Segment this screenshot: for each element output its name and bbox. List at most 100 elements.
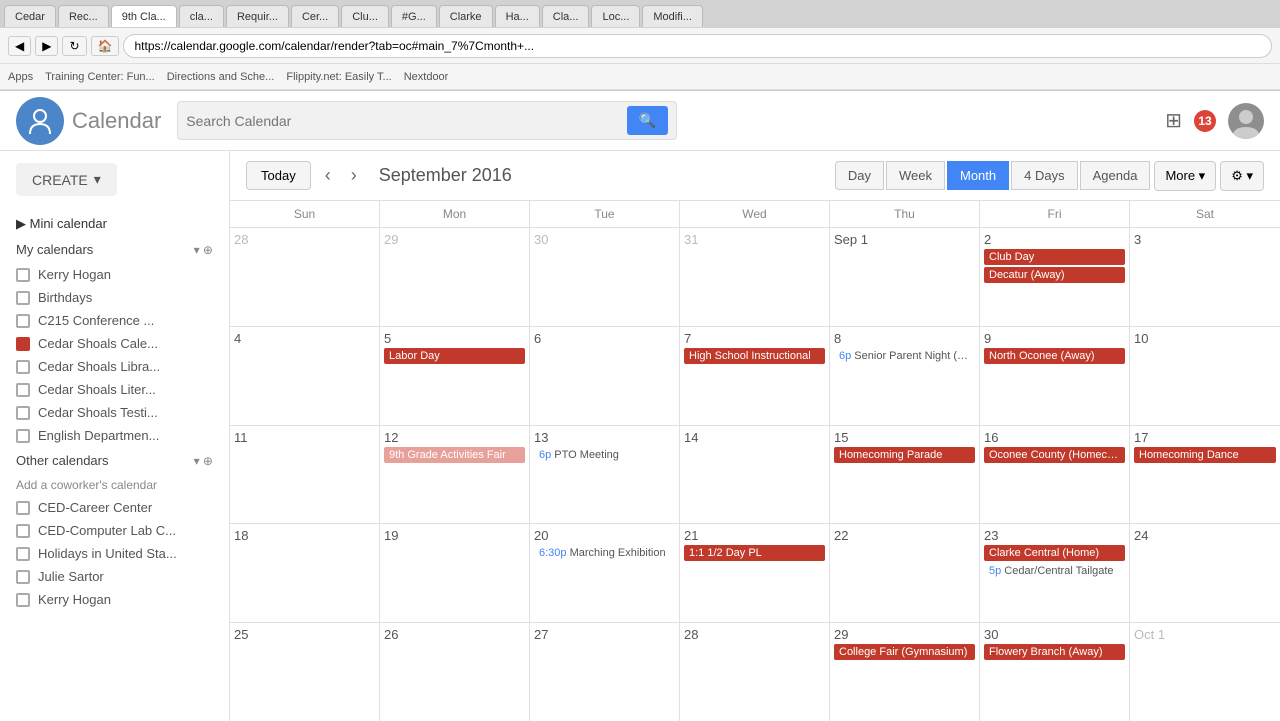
search-button[interactable]: 🔍 xyxy=(627,106,668,135)
calendar-event[interactable]: 6p PTO Meeting xyxy=(534,447,675,463)
day-cell[interactable]: 18 xyxy=(230,524,380,622)
day-cell[interactable]: 13 6p PTO Meeting xyxy=(530,426,680,524)
search-input[interactable] xyxy=(186,113,619,129)
calendar-checkbox[interactable] xyxy=(16,360,30,374)
day-cell[interactable]: 17 Homecoming Dance xyxy=(1130,426,1280,524)
day-cell[interactable]: 10 xyxy=(1130,327,1280,425)
user-avatar[interactable] xyxy=(1228,103,1264,139)
tab-loc[interactable]: Loc... xyxy=(591,5,640,27)
day-cell[interactable]: 28 xyxy=(230,228,380,326)
day-cell[interactable]: 30 Flowery Branch (Away) xyxy=(980,623,1130,721)
add-coworker-link[interactable]: Add a coworker's calendar xyxy=(0,474,229,496)
tab-cedar[interactable]: Cedar xyxy=(4,5,56,27)
calendar-event[interactable]: Decatur (Away) xyxy=(984,267,1125,283)
settings-button[interactable]: ⚙ ▾ xyxy=(1220,161,1264,191)
calendar-item-c215[interactable]: C215 Conference ... xyxy=(0,309,229,332)
day-cell[interactable]: 26 xyxy=(380,623,530,721)
tab-clu[interactable]: Clu... xyxy=(341,5,389,27)
notification-badge[interactable]: 13 xyxy=(1194,110,1216,132)
calendar-item-kerry2[interactable]: Kerry Hogan xyxy=(0,588,229,611)
day-cell[interactable]: 11 xyxy=(230,426,380,524)
tab-cla2[interactable]: Cla... xyxy=(542,5,590,27)
calendar-item-julie[interactable]: Julie Sartor xyxy=(0,565,229,588)
tab-9thcla[interactable]: 9th Cla... xyxy=(111,5,177,27)
view-4days-button[interactable]: 4 Days xyxy=(1011,161,1077,190)
day-cell[interactable]: 31 xyxy=(680,228,830,326)
calendar-event[interactable]: 6:30p Marching Exhibition xyxy=(534,545,675,561)
reload-button[interactable]: ↻ xyxy=(62,36,86,56)
url-bar[interactable] xyxy=(123,34,1272,58)
tab-requir[interactable]: Requir... xyxy=(226,5,289,27)
day-cell[interactable]: 27 xyxy=(530,623,680,721)
tab-modifi[interactable]: Modifi... xyxy=(642,5,703,27)
my-calendars-section[interactable]: My calendars ▾ ⊕ xyxy=(0,236,229,263)
day-cell[interactable]: 6 xyxy=(530,327,680,425)
day-cell[interactable]: 28 xyxy=(680,623,830,721)
day-cell[interactable]: 3 xyxy=(1130,228,1280,326)
calendar-event[interactable]: High School Instructional xyxy=(684,348,825,364)
view-week-button[interactable]: Week xyxy=(886,161,945,190)
prev-month-button[interactable]: ‹ xyxy=(319,161,337,190)
view-day-button[interactable]: Day xyxy=(835,161,884,190)
calendar-item-birthdays[interactable]: Birthdays xyxy=(0,286,229,309)
day-cell[interactable]: 4 xyxy=(230,327,380,425)
day-cell[interactable]: 15 Homecoming Parade xyxy=(830,426,980,524)
calendar-item-kerry-hogan[interactable]: Kerry Hogan xyxy=(0,263,229,286)
tab-cer[interactable]: Cer... xyxy=(291,5,339,27)
tab-clarke[interactable]: Clarke xyxy=(439,5,493,27)
calendar-checkbox[interactable] xyxy=(16,501,30,515)
next-month-button[interactable]: › xyxy=(345,161,363,190)
day-cell[interactable]: 14 xyxy=(680,426,830,524)
calendar-event[interactable]: Oconee County (Homecon... xyxy=(984,447,1125,463)
calendar-checkbox[interactable] xyxy=(16,406,30,420)
calendar-checkbox[interactable] xyxy=(16,291,30,305)
day-cell[interactable]: 20 6:30p Marching Exhibition xyxy=(530,524,680,622)
tab-ha[interactable]: Ha... xyxy=(495,5,540,27)
bookmark-apps[interactable]: Apps xyxy=(8,71,33,83)
calendar-event[interactable]: Flowery Branch (Away) xyxy=(984,644,1125,660)
calendar-item-english-dept[interactable]: English Departmen... xyxy=(0,424,229,447)
calendar-item-holidays[interactable]: Holidays in United Sta... xyxy=(0,542,229,565)
calendar-checkbox[interactable] xyxy=(16,383,30,397)
day-cell[interactable]: 9 North Oconee (Away) xyxy=(980,327,1130,425)
mini-calendar-toggle[interactable]: ▶ Mini calendar xyxy=(0,212,229,236)
tab-cla[interactable]: cla... xyxy=(179,5,224,27)
calendar-event[interactable]: 9th Grade Activities Fair xyxy=(384,447,525,463)
other-calendars-section[interactable]: Other calendars ▾ ⊕ xyxy=(0,447,229,474)
calendar-event[interactable]: 1:1 1/2 Day PL xyxy=(684,545,825,561)
day-cell[interactable]: Oct 1 xyxy=(1130,623,1280,721)
calendar-checkbox[interactable] xyxy=(16,429,30,443)
calendar-event[interactable]: 6p Senior Parent Night (The... xyxy=(834,348,975,364)
bookmark-training[interactable]: Training Center: Fun... xyxy=(45,71,155,83)
bookmark-flippity[interactable]: Flippity.net: Easily T... xyxy=(286,71,391,83)
day-cell[interactable]: 23 Clarke Central (Home) 5p Cedar/Centra… xyxy=(980,524,1130,622)
day-cell[interactable]: 22 xyxy=(830,524,980,622)
forward-button[interactable]: ▶ xyxy=(35,36,58,56)
day-cell[interactable]: 25 xyxy=(230,623,380,721)
calendar-event[interactable]: Labor Day xyxy=(384,348,525,364)
day-cell[interactable]: 19 xyxy=(380,524,530,622)
day-cell[interactable]: 21 1:1 1/2 Day PL xyxy=(680,524,830,622)
calendar-checkbox[interactable] xyxy=(16,268,30,282)
calendar-item-cedar-libra[interactable]: Cedar Shoals Libra... xyxy=(0,355,229,378)
day-cell[interactable]: 30 xyxy=(530,228,680,326)
calendar-checkbox-checked[interactable] xyxy=(16,337,30,351)
calendar-item-cedar-testi[interactable]: Cedar Shoals Testi... xyxy=(0,401,229,424)
apps-grid-icon[interactable]: ⊞ xyxy=(1165,108,1182,133)
calendar-checkbox[interactable] xyxy=(16,524,30,538)
calendar-item-ced-computer[interactable]: CED-Computer Lab C... xyxy=(0,519,229,542)
calendar-item-cedar-liter[interactable]: Cedar Shoals Liter... xyxy=(0,378,229,401)
calendar-checkbox[interactable] xyxy=(16,593,30,607)
bookmark-nextdoor[interactable]: Nextdoor xyxy=(404,71,449,83)
calendar-event[interactable]: College Fair (Gymnasium) xyxy=(834,644,975,660)
calendar-checkbox[interactable] xyxy=(16,547,30,561)
bookmark-directions[interactable]: Directions and Sche... xyxy=(167,71,275,83)
today-button[interactable]: Today xyxy=(246,161,311,190)
home-button[interactable]: 🏠 xyxy=(91,36,120,56)
back-button[interactable]: ◀ xyxy=(8,36,31,56)
view-month-button[interactable]: Month xyxy=(947,161,1009,190)
day-cell[interactable]: 12 9th Grade Activities Fair xyxy=(380,426,530,524)
calendar-item-cedar-cale[interactable]: Cedar Shoals Cale... xyxy=(0,332,229,355)
day-cell[interactable]: Sep 1 xyxy=(830,228,980,326)
day-cell[interactable]: 2 Club Day Decatur (Away) xyxy=(980,228,1130,326)
